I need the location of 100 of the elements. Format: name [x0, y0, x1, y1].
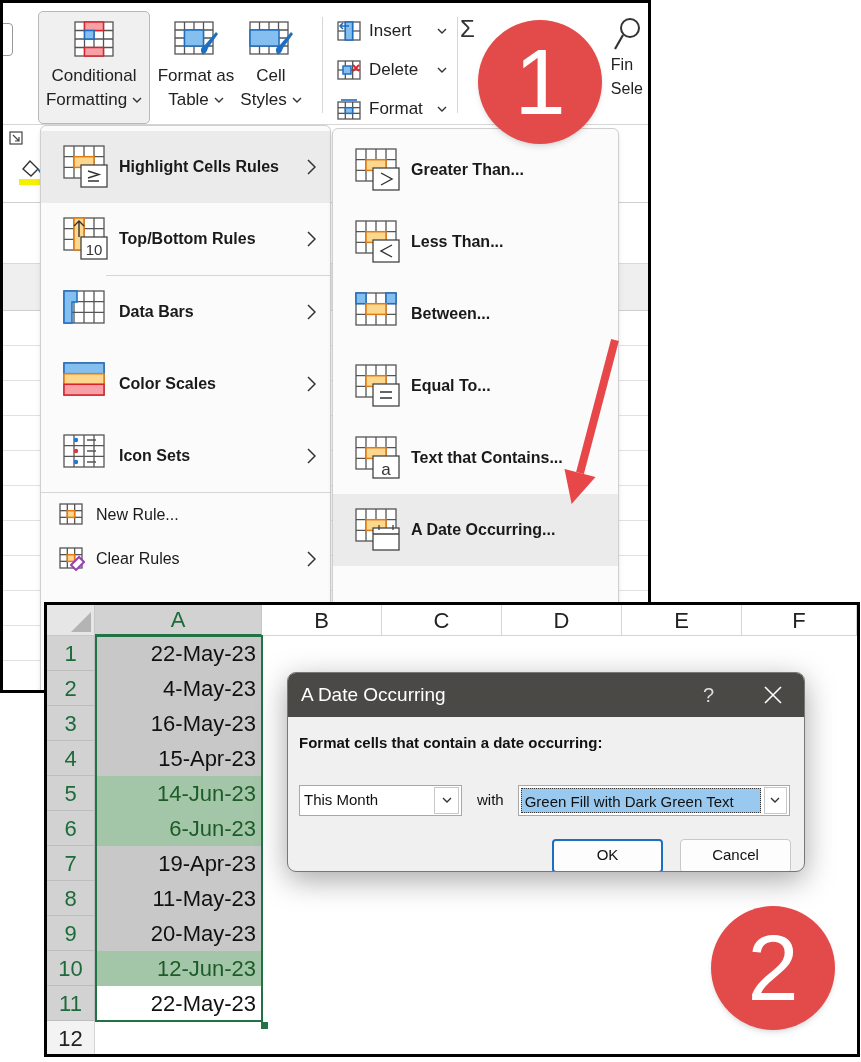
row-header[interactable]: 6 — [47, 811, 95, 846]
menu-item[interactable]: 10 Top/Bottom Rules — [41, 203, 330, 275]
column-header[interactable]: B — [262, 605, 382, 636]
row-header[interactable]: 3 — [47, 706, 95, 741]
menu-item-label: Icon Sets — [119, 446, 192, 466]
caret-icon — [770, 796, 781, 804]
menu-item[interactable]: Icon Sets — [41, 420, 330, 492]
menu-item-label: Greater Than... — [411, 160, 524, 180]
row-header[interactable]: 5 — [47, 776, 95, 811]
sum-symbol[interactable]: Σ — [460, 15, 475, 43]
format-as-table-button[interactable]: Format as Table — [154, 11, 238, 124]
row-header[interactable]: 9 — [47, 916, 95, 951]
close-icon[interactable] — [764, 686, 782, 704]
date-cell[interactable]: 14-Jun-23 — [95, 776, 262, 811]
date-cell[interactable]: 22-May-23 — [95, 636, 262, 671]
date-cell[interactable]: 4-May-23 — [95, 671, 262, 706]
date-cell[interactable]: 12-Jun-23 — [95, 951, 262, 986]
chevron-right-icon — [307, 551, 316, 567]
chevron-right-icon — [307, 231, 316, 247]
column-header[interactable]: D — [502, 605, 622, 636]
eraser-grid-icon — [59, 547, 85, 571]
find-select-label[interactable]: Sele — [610, 77, 643, 101]
less-than-icon — [355, 220, 401, 264]
fill-color-icon[interactable] — [19, 157, 43, 185]
insert-button[interactable]: Insert — [337, 17, 447, 45]
row-header[interactable]: 7 — [47, 846, 95, 881]
caret-icon — [437, 27, 447, 35]
menu-item-label: Highlight Cells Rules — [119, 157, 280, 177]
format-button[interactable]: Format — [337, 95, 447, 123]
menu-item-label: Clear Rules — [96, 549, 181, 569]
chevron-right-icon — [307, 448, 316, 464]
menu-item-label: A Date Occurring... — [411, 520, 556, 540]
column-header[interactable]: C — [382, 605, 502, 636]
caret-icon — [437, 66, 447, 74]
period-dropdown[interactable]: This Month — [299, 784, 462, 816]
menu-item-label: New Rule... — [96, 505, 180, 525]
dialog-launcher-icon[interactable] — [9, 131, 23, 145]
conditional-grid-icon — [71, 18, 117, 60]
menu-item-label: Between... — [411, 304, 491, 324]
menu-item[interactable]: Color Scales — [41, 348, 330, 420]
row-header[interactable]: 11 — [47, 986, 95, 1021]
menu-item[interactable]: Greater Than... — [333, 134, 618, 206]
date-cell[interactable]: 16-May-23 — [95, 706, 262, 741]
menu-item-label: Top/Bottom Rules — [119, 229, 257, 249]
caret-icon — [291, 96, 302, 104]
column-header[interactable]: E — [622, 605, 742, 636]
format-cells-icon — [337, 98, 363, 120]
find-select-label[interactable]: Fin — [610, 53, 634, 77]
date-cell[interactable]: 15-Apr-23 — [95, 741, 262, 776]
highlight-rules-icon — [63, 145, 109, 189]
menu-item[interactable]: Equal To... — [333, 350, 618, 422]
column-header[interactable]: A — [95, 605, 262, 636]
menu-item[interactable]: A Date Occurring... — [333, 494, 618, 566]
menu-item-label: Less Than... — [411, 232, 504, 252]
caret-icon — [213, 96, 224, 104]
chevron-right-icon — [307, 376, 316, 392]
date-cell[interactable]: 19-Apr-23 — [95, 846, 262, 881]
menu-item[interactable]: Clear Rules — [41, 537, 330, 581]
grid-icon — [59, 503, 85, 527]
caret-icon — [132, 96, 143, 104]
menu-item[interactable]: Between... — [333, 278, 618, 350]
chevron-right-icon — [307, 159, 316, 175]
row-header[interactable]: 10 — [47, 951, 95, 986]
menu-item-label: Equal To... — [411, 376, 491, 396]
row-header[interactable]: 2 — [47, 671, 95, 706]
menu-item-label: Data Bars — [119, 302, 195, 322]
chevron-right-icon — [307, 304, 316, 320]
help-button[interactable]: ? — [702, 680, 714, 710]
cell-styles-button[interactable]: Cell Styles — [238, 11, 304, 124]
format-dropdown[interactable]: Green Fill with Dark Green Text — [517, 784, 790, 816]
menu-item[interactable]: a Text that Contains... — [333, 422, 618, 494]
menu-item[interactable]: Data Bars — [41, 276, 330, 348]
date-cell[interactable]: 6-Jun-23 — [95, 811, 262, 846]
row-header[interactable]: 12 — [47, 1021, 95, 1054]
menu-item[interactable]: Highlight Cells Rules — [41, 131, 330, 203]
dialog-title: A Date Occurring — [301, 682, 447, 707]
dialog-prompt: Format cells that contain a date occurring: — [299, 733, 604, 753]
greater-than-icon — [355, 148, 401, 192]
date-cell[interactable]: 11-May-23 — [95, 881, 262, 916]
cancel-button[interactable]: Cancel — [680, 838, 791, 871]
corner-triangle-icon — [71, 612, 91, 632]
delete-cells-icon — [337, 59, 363, 81]
conditional-formatting-button[interactable]: Conditional Formatting — [38, 11, 150, 124]
ok-button[interactable]: OK — [552, 838, 663, 871]
caret-icon — [441, 796, 452, 804]
caret-icon — [437, 105, 447, 113]
date-cell[interactable]: 20-May-23 — [95, 916, 262, 951]
row-header[interactable]: 4 — [47, 741, 95, 776]
menu-item-label: Text that Contains... — [411, 448, 563, 468]
with-label: with — [477, 789, 504, 810]
delete-button[interactable]: Delete — [337, 56, 447, 84]
calendar-grid-icon — [355, 508, 401, 552]
equal-icon — [355, 364, 401, 408]
menu-item-label: Color Scales — [119, 374, 217, 394]
row-header[interactable]: 8 — [47, 881, 95, 916]
fill-handle[interactable] — [261, 1022, 268, 1029]
column-header[interactable]: F — [742, 605, 857, 636]
menu-item[interactable]: New Rule... — [41, 493, 330, 537]
menu-item[interactable]: Less Than... — [333, 206, 618, 278]
row-header[interactable]: 1 — [47, 636, 95, 671]
